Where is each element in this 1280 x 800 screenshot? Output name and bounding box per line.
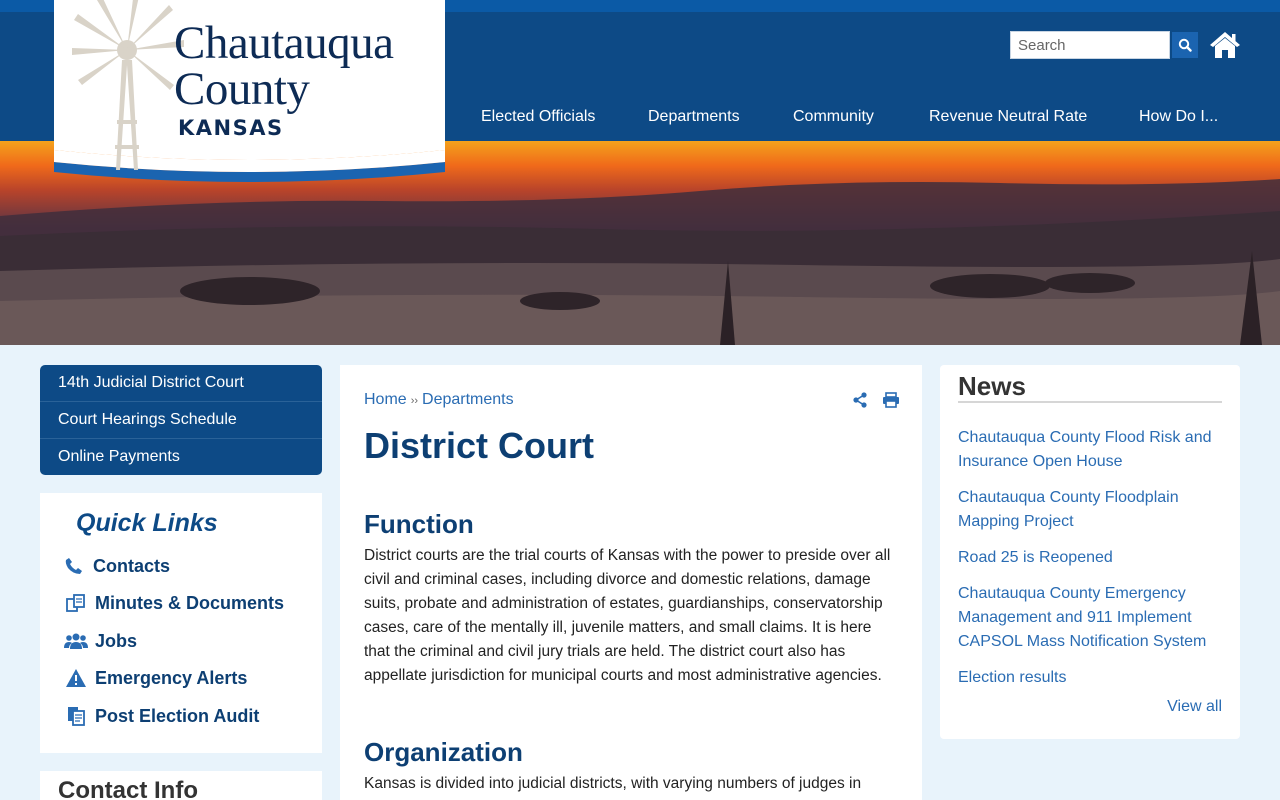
search-button[interactable] bbox=[1172, 32, 1198, 58]
breadcrumb-home[interactable]: Home bbox=[364, 391, 407, 408]
section-nav-online-payments[interactable]: Online Payments bbox=[40, 439, 322, 475]
warning-icon bbox=[64, 667, 88, 689]
quick-link-minutes-documents[interactable]: Minutes & Documents bbox=[64, 590, 284, 616]
quick-link-post-election-audit[interactable]: Post Election Audit bbox=[64, 703, 259, 729]
logo-state: KANSAS bbox=[178, 116, 284, 140]
search-input[interactable] bbox=[1010, 31, 1170, 59]
logo-title: Chautauqua County bbox=[174, 17, 394, 115]
users-icon bbox=[64, 630, 88, 652]
news-item[interactable]: Election results bbox=[958, 666, 1226, 690]
share-icon[interactable] bbox=[852, 392, 868, 408]
search-icon bbox=[1178, 38, 1192, 52]
quick-link-label: Contacts bbox=[93, 555, 171, 576]
nav-elected-officials[interactable]: Elected Officials bbox=[481, 108, 595, 126]
section-text-organization: Kansas is divided into judicial district… bbox=[364, 775, 862, 792]
quick-links-title: Quick Links bbox=[76, 509, 218, 537]
section-heading-function: Function bbox=[364, 509, 474, 539]
county-logo[interactable]: Chautauqua County KANSAS bbox=[54, 0, 445, 186]
nav-departments[interactable]: Departments bbox=[648, 108, 740, 126]
news-item[interactable]: Chautauqua County Emergency Management a… bbox=[958, 582, 1226, 654]
breadcrumb-separator: ›› bbox=[410, 395, 419, 407]
section-nav-court-hearings[interactable]: Court Hearings Schedule bbox=[40, 402, 322, 439]
news-divider bbox=[958, 401, 1222, 403]
nav-community[interactable]: Community bbox=[793, 108, 874, 126]
nav-how-do-i[interactable]: How Do I... bbox=[1139, 108, 1218, 126]
news-item[interactable]: Chautauqua County Flood Risk and Insuran… bbox=[958, 426, 1226, 474]
news-panel: News Chautauqua County Flood Risk and In… bbox=[940, 365, 1240, 739]
quick-link-label: Emergency Alerts bbox=[95, 667, 248, 688]
logo-line-1: Chautauqua bbox=[174, 17, 394, 69]
quick-link-label: Minutes & Documents bbox=[95, 592, 285, 613]
search-bar bbox=[1010, 31, 1198, 59]
print-icon[interactable] bbox=[882, 392, 900, 408]
news-item[interactable]: Chautauqua County Floodplain Mapping Pro… bbox=[958, 486, 1226, 534]
news-title: News bbox=[958, 371, 1026, 401]
quick-links-panel: Quick Links Contacts Minutes & Documents… bbox=[40, 493, 322, 753]
breadcrumb-departments[interactable]: Departments bbox=[422, 391, 514, 408]
quick-link-jobs[interactable]: Jobs bbox=[64, 628, 137, 654]
section-text-function: District courts are the trial courts of … bbox=[364, 547, 891, 684]
quick-link-emergency-alerts[interactable]: Emergency Alerts bbox=[64, 665, 247, 691]
breadcrumb: Home ›› Departments bbox=[364, 391, 514, 409]
quick-link-label: Post Election Audit bbox=[95, 705, 260, 726]
section-nav-judicial-district-court[interactable]: 14th Judicial District Court bbox=[40, 365, 322, 402]
contact-info-panel: Contact Info bbox=[40, 771, 322, 800]
nav-revenue-neutral-rate[interactable]: Revenue Neutral Rate bbox=[929, 108, 1087, 126]
main-content: Home ›› Departments District Court Functio… bbox=[340, 365, 922, 800]
quick-link-contacts[interactable]: Contacts bbox=[62, 553, 170, 579]
quick-link-label: Jobs bbox=[95, 630, 138, 651]
documents-icon bbox=[64, 592, 88, 614]
logo-line-2: County bbox=[174, 63, 310, 115]
home-button[interactable] bbox=[1209, 30, 1241, 60]
contact-info-title: Contact Info bbox=[58, 777, 198, 800]
phone-icon bbox=[62, 555, 86, 577]
page-title: District Court bbox=[364, 425, 595, 466]
news-view-all-link[interactable]: View all bbox=[1167, 698, 1222, 716]
home-icon bbox=[1210, 32, 1240, 58]
news-item[interactable]: Road 25 is Reopened bbox=[958, 546, 1226, 570]
clipboard-icon bbox=[64, 705, 88, 727]
section-heading-organization: Organization bbox=[364, 737, 523, 767]
section-nav: 14th Judicial District Court Court Heari… bbox=[40, 365, 322, 475]
